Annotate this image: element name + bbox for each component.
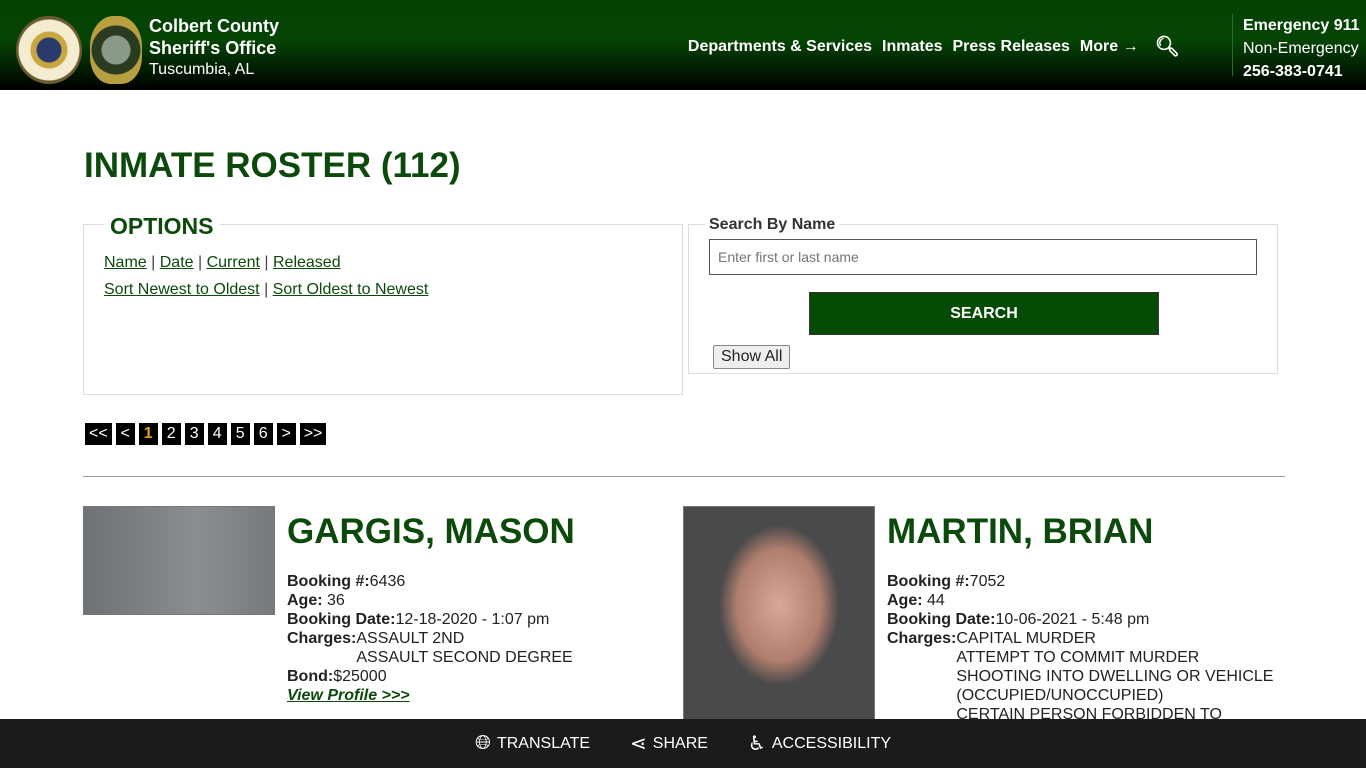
- contact-info: Emergency 911 Non-Emergency 256-383-0741: [1243, 14, 1360, 83]
- inmate-name[interactable]: GARGIS, MASON: [287, 512, 575, 552]
- filter-date[interactable]: Date: [160, 254, 194, 271]
- translate-button[interactable]: 🌐︎ TRANSLATE: [475, 732, 590, 755]
- name-search-input[interactable]: [709, 239, 1257, 275]
- charge: ASSAULT 2ND: [356, 630, 465, 647]
- page-next[interactable]: >: [276, 423, 296, 445]
- site-header: Colbert County Sheriff's Office Tuscumbi…: [0, 0, 1366, 90]
- nav-more-label: More: [1079, 37, 1119, 55]
- share-button[interactable]: ⋖ SHARE: [630, 731, 708, 756]
- page-prev[interactable]: <: [115, 423, 135, 445]
- divider: [83, 476, 1285, 477]
- filter-links: Name | Date | Current | Released: [104, 254, 341, 271]
- inmate-photo[interactable]: [83, 506, 275, 615]
- search-panel: Search By Name SEARCH Show All: [688, 216, 1278, 374]
- share-icon: ⋖: [630, 733, 647, 755]
- view-profile-link[interactable]: View Profile >>>: [287, 686, 573, 705]
- non-emergency-label: Non-Emergency: [1243, 40, 1359, 57]
- sort-newest[interactable]: Sort Newest to Oldest: [104, 281, 260, 298]
- page-6[interactable]: 6: [253, 423, 273, 445]
- booking-date: 12-18-2020 - 1:07 pm: [395, 611, 550, 628]
- charge: CAPITAL MURDER: [956, 630, 1096, 647]
- booking-date: 10-06-2021 - 5:48 pm: [995, 611, 1150, 628]
- nav-departments[interactable]: Departments & Services: [688, 38, 872, 56]
- inmate-info: Booking #:7052 Age: 44 Booking Date:10-0…: [887, 572, 1277, 743]
- booking-number: 7052: [969, 573, 1006, 590]
- accessibility-button[interactable]: ♿︎ ACCESSIBILITY: [748, 731, 891, 756]
- date-label: Booking Date:: [287, 611, 396, 628]
- age: 44: [927, 592, 945, 609]
- main-nav: Departments & Services Inmates Press Rel…: [688, 34, 1180, 59]
- nav-press-releases[interactable]: Press Releases: [952, 38, 1069, 56]
- sheriff-star-logo[interactable]: [16, 16, 82, 84]
- filter-released[interactable]: Released: [273, 254, 341, 271]
- options-panel: OPTIONS Name | Date | Current | Released…: [83, 213, 683, 395]
- arrow-right-icon: →: [1122, 37, 1139, 55]
- search-button[interactable]: SEARCH: [809, 292, 1159, 335]
- footer-toolbar: 🌐︎ TRANSLATE ⋖ SHARE ♿︎ ACCESSIBILITY: [0, 719, 1366, 768]
- share-label: SHARE: [652, 734, 708, 752]
- charge: ASSAULT SECOND DEGREE: [356, 649, 573, 666]
- inmate-name[interactable]: MARTIN, BRIAN: [887, 512, 1153, 552]
- date-label: Booking Date:: [887, 611, 996, 628]
- booking-label: Booking #:: [887, 573, 970, 590]
- age: 36: [327, 592, 345, 609]
- bond: $25000: [333, 668, 387, 685]
- charge: ATTEMPT TO COMMIT MURDER: [956, 649, 1200, 666]
- page-1[interactable]: 1: [138, 423, 158, 445]
- pagination: << < 1 2 3 4 5 6 > >>: [85, 423, 327, 445]
- sort-links: Sort Newest to Oldest | Sort Oldest to N…: [104, 281, 429, 298]
- charge: SHOOTING INTO DWELLING OR VEHICLE (OCCUP…: [956, 668, 1274, 704]
- translate-label: TRANSLATE: [496, 734, 591, 752]
- page-title: INMATE ROSTER (112): [84, 146, 461, 185]
- page-first[interactable]: <<: [85, 423, 112, 445]
- options-legend: OPTIONS: [104, 213, 220, 240]
- booking-number: 6436: [369, 573, 406, 590]
- brand-subtitle: Sheriff's Office: [149, 38, 277, 58]
- age-label: Age:: [287, 592, 323, 609]
- inmate-photo[interactable]: [683, 506, 875, 726]
- page-3[interactable]: 3: [184, 423, 204, 445]
- brand[interactable]: Colbert County Sheriff's Office Tuscumbi…: [149, 15, 279, 81]
- inmate-info: Booking #:6436 Age: 36 Booking Date:12-1…: [287, 572, 573, 705]
- globe-icon: 🌐︎: [474, 732, 491, 754]
- sort-oldest[interactable]: Sort Oldest to Newest: [273, 281, 429, 298]
- page-2[interactable]: 2: [161, 423, 181, 445]
- search-legend: Search By Name: [705, 216, 840, 234]
- nav-more[interactable]: More →: [1080, 38, 1139, 56]
- emergency-number[interactable]: Emergency 911: [1243, 14, 1360, 37]
- page-last[interactable]: >>: [299, 423, 327, 445]
- accessibility-label: ACCESSIBILITY: [771, 734, 892, 752]
- nav-inmates[interactable]: Inmates: [882, 38, 942, 56]
- non-emergency-phone[interactable]: 256-383-0741: [1243, 60, 1360, 83]
- show-all-button[interactable]: Show All: [713, 345, 791, 369]
- charges-label: Charges:: [287, 630, 357, 647]
- filter-name[interactable]: Name: [104, 254, 147, 271]
- brand-title: Colbert County: [149, 16, 279, 36]
- booking-label: Booking #:: [287, 573, 370, 590]
- page-5[interactable]: 5: [230, 423, 250, 445]
- page-4[interactable]: 4: [207, 423, 227, 445]
- filter-current[interactable]: Current: [207, 254, 260, 271]
- accessibility-icon: ♿︎: [747, 733, 766, 755]
- sheriff-patch-logo[interactable]: [90, 16, 142, 84]
- divider: [1232, 14, 1233, 76]
- search-icon[interactable]: 🔍︎: [1155, 34, 1180, 59]
- brand-location: Tuscumbia, AL: [149, 61, 255, 78]
- bond-label: Bond:: [287, 668, 334, 685]
- age-label: Age:: [887, 592, 923, 609]
- charges-list: ASSAULT 2ND ASSAULT SECOND DEGREE: [356, 629, 572, 667]
